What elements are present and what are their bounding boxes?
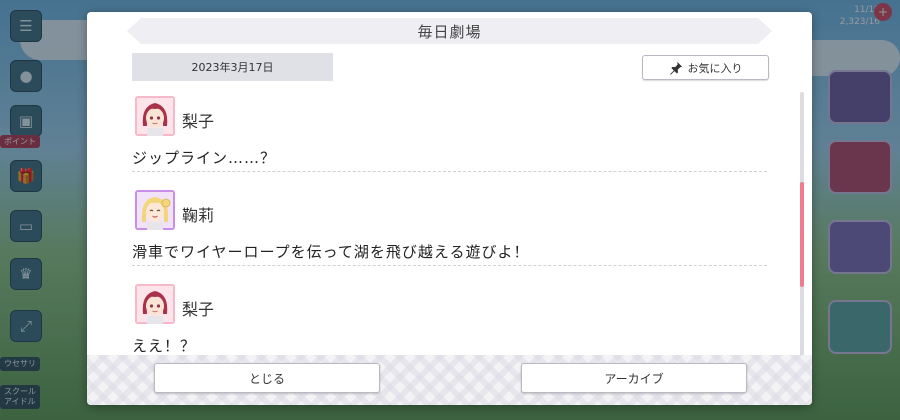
riko-avatar (135, 284, 175, 324)
dialogue-text: ええ！？ (132, 337, 197, 355)
dialog-footer: とじる アーカイブ (87, 355, 812, 405)
dialogue-entry: 梨子 ええ！？ (132, 280, 767, 364)
riko-avatar (135, 96, 175, 136)
close-button-label: とじる (248, 371, 285, 386)
scrollbar[interactable] (800, 92, 804, 362)
mari-avatar (135, 190, 175, 230)
favorite-label: お気に入り (687, 61, 743, 75)
favorite-button[interactable]: お気に入り (642, 55, 769, 80)
scrollbar-thumb[interactable] (800, 182, 804, 287)
archive-button-label: アーカイブ (604, 371, 664, 386)
divider (132, 265, 767, 266)
title-bar: 毎日劇場 (127, 18, 772, 44)
pin-icon (669, 61, 682, 75)
speaker-name: 鞠莉 (182, 206, 215, 225)
close-button[interactable]: とじる (154, 363, 380, 393)
dialogue-text: 滑車でワイヤーロープを伝って湖を飛び越える遊びよ！ (132, 243, 530, 261)
speaker-name: 梨子 (182, 112, 215, 131)
dialogue-entry: 梨子 ジップライン……？ (132, 92, 767, 186)
speaker-name: 梨子 (182, 300, 215, 319)
archive-button[interactable]: アーカイブ (521, 363, 747, 393)
daily-theater-dialog: 毎日劇場 2023年3月17日 お気に入り 梨子 ジップライン……？ 鞠莉 滑車… (87, 12, 812, 405)
dialogue-entry: 鞠莉 滑車でワイヤーロープを伝って湖を飛び越える遊びよ！ (132, 186, 767, 280)
dialogue-text: ジップライン……？ (132, 149, 277, 167)
dialogue-list[interactable]: 梨子 ジップライン……？ 鞠莉 滑車でワイヤーロープを伝って湖を飛び越える遊びよ… (132, 92, 767, 364)
divider (132, 171, 767, 172)
date-label: 2023年3月17日 (132, 53, 333, 81)
dialog-title: 毎日劇場 (417, 22, 482, 41)
